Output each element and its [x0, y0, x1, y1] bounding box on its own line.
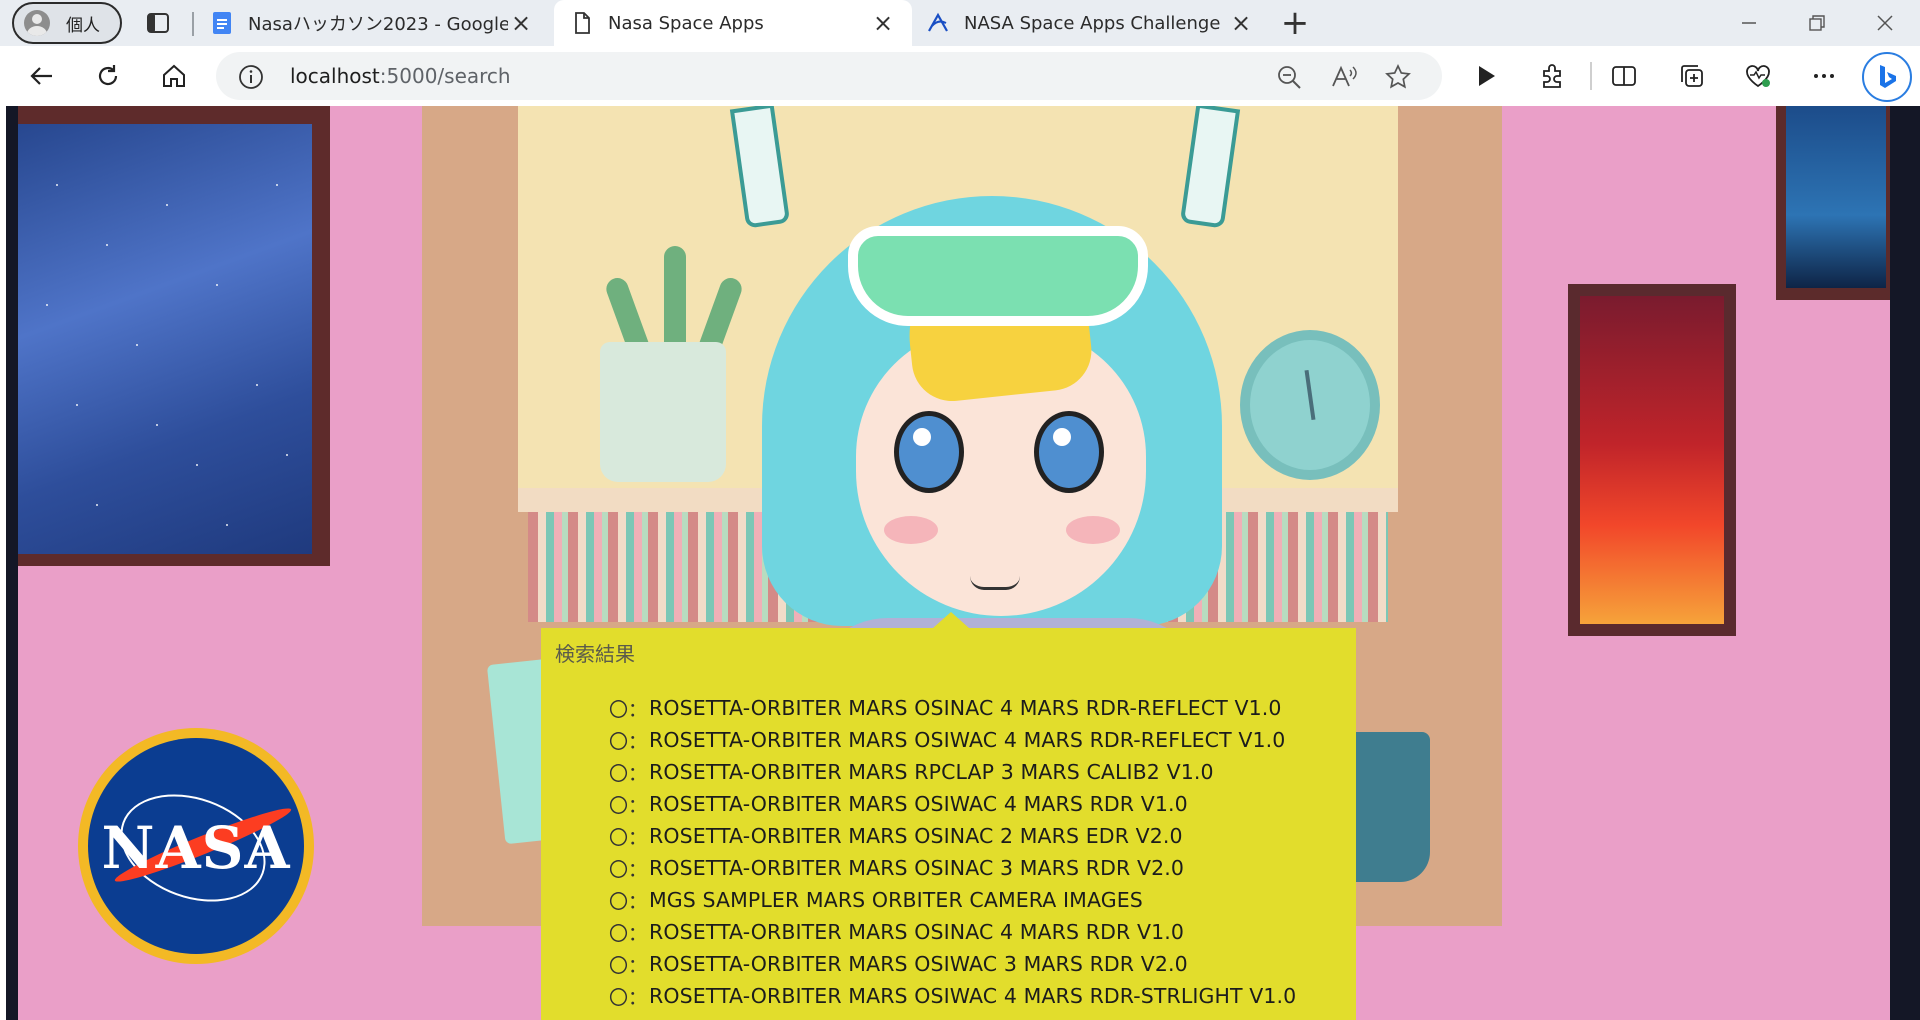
plant-leaf	[664, 246, 686, 356]
starry-sky	[18, 124, 312, 554]
result-bullet: 〇：	[609, 858, 648, 881]
tab-actions-icon[interactable]	[145, 10, 171, 36]
new-tab-icon[interactable]: +	[1280, 6, 1310, 40]
browser-essentials-icon[interactable]	[1742, 60, 1774, 92]
split-screen-icon[interactable]	[1608, 60, 1640, 92]
result-item[interactable]: 〇： ROSETTA-ORBITER MARS OSINAC 2 MARS EDR…	[609, 820, 1296, 852]
result-text: ROSETTA-ORBITER MARS OSINAC 3 MARS RDR V…	[649, 856, 1184, 880]
tab-title: Nasaハッカソン2023 - Google ドキュ	[248, 14, 508, 35]
result-text: ROSETTA-ORBITER MARS RPCLAP 3 MARS CALIB…	[649, 760, 1214, 784]
window-sky	[1786, 106, 1886, 288]
result-bullet: 〇：	[609, 698, 648, 721]
bing-copilot-icon[interactable]	[1862, 52, 1912, 102]
plant-pot	[600, 342, 726, 482]
tab-separator	[192, 12, 194, 36]
result-item[interactable]: 〇： ROSETTA-ORBITER MARS RPCLAP 3 MARS CAL…	[609, 756, 1296, 788]
result-text: ROSETTA-ORBITER MARS OSIWAC 4 MARS RDR-S…	[649, 984, 1297, 1008]
result-bullet: 〇：	[609, 954, 648, 977]
close-window-icon[interactable]	[1850, 0, 1920, 46]
close-tab-icon[interactable]: ×	[872, 11, 894, 35]
more-menu-icon[interactable]	[1808, 60, 1840, 92]
back-icon[interactable]	[26, 60, 58, 92]
read-aloud-icon[interactable]	[1330, 64, 1358, 90]
result-bullet: 〇：	[609, 794, 648, 817]
result-item[interactable]: 〇： ROSETTA-ORBITER MARS OSIWAC 4 MARS RDR…	[609, 788, 1296, 820]
space-window-left	[18, 106, 330, 566]
character-blush	[1066, 516, 1120, 544]
character-mouth	[970, 576, 1020, 590]
site-info-icon[interactable]	[238, 64, 264, 90]
result-item[interactable]: 〇： ROSETTA-ORBITER MARS OSINAC 4 MARS RDR…	[609, 916, 1296, 948]
result-item[interactable]: 〇： MGS SAMPLER MARS ORBITER CAMERA IMAGES	[609, 884, 1296, 916]
refresh-icon[interactable]	[92, 60, 124, 92]
result-bullet: 〇：	[609, 922, 648, 945]
play-icon[interactable]	[1470, 60, 1502, 92]
google-docs-icon	[213, 12, 231, 34]
tab-google-docs[interactable]: Nasaハッカソン2023 - Google ドキュ ×	[208, 0, 550, 46]
tab-strip: 個人 Nasaハッカソン2023 - Google ドキュ × Nasa Spa…	[0, 0, 1920, 46]
nasa-logo-disc: NASA	[88, 738, 304, 954]
space-apps-icon	[928, 12, 948, 32]
avatar-icon	[24, 10, 50, 36]
result-item[interactable]: 〇： ROSETTA-ORBITER MARS OSIWAC 4 MARS RDR…	[609, 980, 1296, 1012]
minimize-icon[interactable]	[1714, 0, 1784, 46]
home-icon[interactable]	[158, 60, 190, 92]
extensions-icon[interactable]	[1536, 60, 1568, 92]
result-text: ROSETTA-ORBITER MARS OSIWAC 3 MARS RDR V…	[649, 952, 1188, 976]
result-text: ROSETTA-ORBITER MARS OSINAC 4 MARS RDR V…	[649, 920, 1184, 944]
collections-icon[interactable]	[1676, 60, 1708, 92]
result-bullet: 〇：	[609, 986, 648, 1009]
tab-space-apps-challenge[interactable]: NASA Space Apps Challenge ×	[924, 0, 1270, 46]
result-text: ROSETTA-ORBITER MARS OSIWAC 4 MARS RDR-R…	[649, 728, 1286, 752]
result-bullet: 〇：	[609, 890, 648, 913]
picture-frame-right	[1568, 284, 1736, 636]
result-item[interactable]: 〇： ROSETTA-ORBITER MARS OSIWAC 4 MARS RDR…	[609, 724, 1296, 756]
browser-toolbar: localhost:5000/search	[0, 46, 1920, 106]
character-blush	[884, 516, 938, 544]
nasa-logo-text: NASA	[101, 814, 291, 882]
results-title: 検索結果	[555, 642, 635, 666]
sunset-art	[1580, 296, 1724, 624]
tab-nasa-space-apps[interactable]: Nasa Space Apps ×	[554, 0, 912, 46]
result-text: ROSETTA-ORBITER MARS OSINAC 4 MARS RDR-R…	[649, 696, 1282, 720]
character-eye	[1034, 411, 1104, 493]
result-item[interactable]: 〇： ROSETTA-ORBITER MARS OSINAC 4 MARS RDR…	[609, 692, 1296, 724]
result-item[interactable]: 〇： ROSETTA-ORBITER MARS OSINAC 3 MARS RDR…	[609, 852, 1296, 884]
close-tab-icon[interactable]: ×	[1230, 11, 1252, 35]
result-text: MGS SAMPLER MARS ORBITER CAMERA IMAGES	[649, 888, 1143, 912]
character-goggles	[848, 226, 1148, 326]
nasa-logo: NASA	[78, 728, 314, 964]
profile-label: 個人	[66, 15, 100, 36]
url-host: localhost	[290, 64, 380, 88]
toolbar-separator	[1590, 62, 1592, 90]
page-icon	[575, 12, 590, 34]
url-text[interactable]: localhost:5000/search	[290, 64, 511, 88]
restore-icon[interactable]	[1782, 0, 1852, 46]
url-path: :5000/search	[379, 64, 511, 88]
results-list: 〇： ROSETTA-ORBITER MARS OSINAC 4 MARS RDR…	[609, 692, 1296, 1012]
tab-title: Nasa Space Apps	[608, 12, 764, 34]
space-window-right	[1776, 106, 1890, 300]
result-bullet: 〇：	[609, 826, 648, 849]
favorite-star-icon[interactable]	[1384, 63, 1412, 91]
search-results-panel: 検索結果 〇： ROSETTA-ORBITER MARS OSINAC 4 MAR…	[541, 612, 1356, 1020]
result-bullet: 〇：	[609, 762, 648, 785]
close-tab-icon[interactable]: ×	[510, 11, 532, 35]
zoom-out-icon[interactable]	[1276, 64, 1302, 90]
character-eye	[894, 411, 964, 493]
profile-button[interactable]: 個人	[12, 2, 122, 44]
page-edge-strip	[1890, 106, 1920, 1020]
result-item[interactable]: 〇： ROSETTA-ORBITER MARS OSIWAC 3 MARS RDR…	[609, 948, 1296, 980]
result-text: ROSETTA-ORBITER MARS OSINAC 2 MARS EDR V…	[649, 824, 1183, 848]
address-bar[interactable]: localhost:5000/search	[216, 52, 1442, 100]
tab-title: NASA Space Apps Challenge	[964, 12, 1221, 34]
clock-illustration	[1240, 330, 1380, 480]
result-text: ROSETTA-ORBITER MARS OSIWAC 4 MARS RDR V…	[649, 792, 1188, 816]
result-bullet: 〇：	[609, 730, 648, 753]
